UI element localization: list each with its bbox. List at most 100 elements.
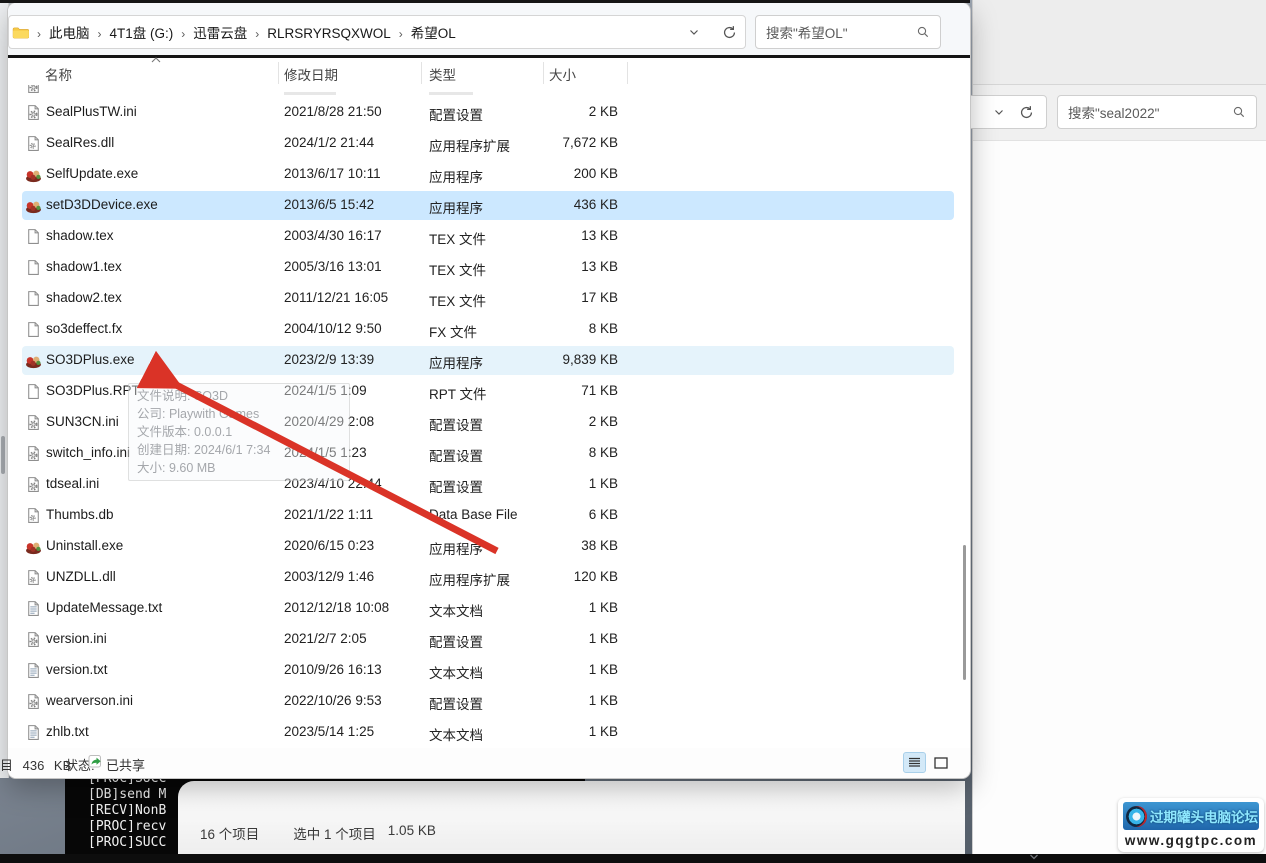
content-view-toggle[interactable] xyxy=(929,752,952,773)
screen-top-edge xyxy=(0,0,970,3)
refresh-icon[interactable] xyxy=(1019,105,1034,120)
file-size: 2 KB xyxy=(588,104,618,119)
file-size: 6 KB xyxy=(588,507,618,522)
column-header-size[interactable]: 大小 xyxy=(549,64,576,84)
file-date: 2024/1/5 1:23 xyxy=(284,445,367,460)
breadcrumb-item[interactable]: 此电脑 xyxy=(49,26,90,41)
gear-file-icon xyxy=(25,631,42,648)
file-size: 9,839 KB xyxy=(562,352,618,367)
search-input[interactable]: 搜索"seal2022" xyxy=(1057,95,1257,129)
table-row[interactable]: switch_info.ini 2024/1/5 1:23 配置设置 8 KB xyxy=(8,438,960,469)
app-exe-icon xyxy=(25,538,42,555)
breadcrumb-item[interactable]: 迅雷云盘 xyxy=(193,26,247,41)
table-row[interactable]: SelfUpdate.exe 2013/6/17 10:11 应用程序 200 … xyxy=(8,159,960,190)
table-row[interactable]: version.ini 2021/2/7 2:05 配置设置 1 KB xyxy=(8,624,960,655)
taskbar-strip xyxy=(0,854,1266,863)
text-file-icon xyxy=(25,600,42,617)
table-row[interactable]: setD3DDevice.exe 2013/6/5 15:42 应用程序 436… xyxy=(8,190,960,221)
table-row[interactable]: so3deffect.fx 2004/10/12 9:50 FX 文件 8 KB xyxy=(8,314,960,345)
forum-url: www.gqgtpc.com xyxy=(1124,833,1258,848)
table-row[interactable]: SUN3CN.ini 2020/4/29 2:08 配置设置 2 KB xyxy=(8,407,960,438)
file-type: 应用程序 xyxy=(429,542,483,557)
table-row[interactable]: version.txt 2010/9/26 16:13 文本文档 1 KB xyxy=(8,655,960,686)
file-date: 2003/4/30 16:17 xyxy=(284,228,382,243)
table-row[interactable]: tdseal.ini 2023/4/10 22:44 配置设置 1 KB xyxy=(8,469,960,500)
column-header-name[interactable]: 名称 xyxy=(45,64,72,84)
file-date: 2023/2/9 13:39 xyxy=(284,352,375,367)
file-date: 2010/9/26 16:13 xyxy=(284,662,382,677)
explorer-status-bar: 目 436 KB 状态: 已共享 xyxy=(0,748,970,778)
file-size: 1 KB xyxy=(588,476,618,491)
table-row[interactable]: shadow.tex 2003/4/30 16:17 TEX 文件 13 KB xyxy=(8,221,960,252)
file-date: 2021/2/7 2:05 xyxy=(284,631,367,646)
breadcrumb-separator-icon: › xyxy=(181,26,186,41)
share-icon xyxy=(88,753,104,769)
table-row[interactable]: UpdateMessage.txt 2012/12/18 10:08 文本文档 … xyxy=(8,593,960,624)
file-type: 文本文档 xyxy=(429,666,483,681)
file-date: 2022/10/26 9:53 xyxy=(284,693,382,708)
chevron-down-icon[interactable] xyxy=(993,106,1005,118)
table-row[interactable]: wearverson.ini 2022/10/26 9:53 配置设置 1 KB xyxy=(8,686,960,717)
file-type: TEX 文件 xyxy=(429,232,487,247)
table-row[interactable]: SO3DPlus.exe 2023/2/9 13:39 应用程序 9,839 K… xyxy=(8,345,960,376)
breadcrumb-separator-icon: › xyxy=(255,26,260,41)
blank-file-icon xyxy=(25,321,42,338)
breadcrumb-items: › 此电脑 › 4T1盘 (G:) › 迅雷云盘 › RLRSRYRSQXWOL › 希望OL xyxy=(29,22,456,43)
file-name: SO3DPlus.exe xyxy=(46,352,135,367)
left-scrollbar-thumb[interactable] xyxy=(1,436,5,474)
table-row[interactable]: Uninstall.exe 2020/6/15 0:23 应用程序 38 KB xyxy=(8,531,960,562)
scrollbar[interactable] xyxy=(961,63,967,743)
background-explorer-window: 搜索"seal2022" xyxy=(959,0,1266,855)
table-row[interactable]: zhlb.txt 2023/5/14 1:25 文本文档 1 KB xyxy=(8,717,960,748)
file-date: 2024/1/2 21:44 xyxy=(284,135,375,150)
file-size: 2 KB xyxy=(588,414,618,429)
file-name: switch_info.ini xyxy=(46,445,131,460)
address-dropdown-icon[interactable] xyxy=(688,26,700,38)
selected-count: 选中 1 个项目 xyxy=(293,827,376,842)
column-header-type[interactable]: 类型 xyxy=(429,64,456,84)
list-view-toggle[interactable] xyxy=(903,752,926,773)
breadcrumb-item[interactable]: RLRSRYRSQXWOL xyxy=(267,26,391,41)
gear-file-icon xyxy=(25,104,42,121)
table-row[interactable]: Thumbs.db 2021/1/22 1:11 Data Base File … xyxy=(8,500,960,531)
breadcrumb-item[interactable]: 希望OL xyxy=(411,26,456,41)
file-name: zhlb.txt xyxy=(46,724,89,739)
file-size: 1 KB xyxy=(588,662,618,677)
file-size: 436 KB xyxy=(573,197,618,212)
file-size: 17 KB xyxy=(581,290,618,305)
search-input[interactable]: 搜索"希望OL" xyxy=(755,15,941,49)
file-type: FX 文件 xyxy=(429,325,478,340)
table-row[interactable]: SO3DPlus.RPT 2024/1/5 1:09 RPT 文件 71 KB xyxy=(8,376,960,407)
file-name: wearverson.ini xyxy=(46,693,134,708)
forum-title: 过期罐头电脑论坛 xyxy=(1150,810,1258,825)
breadcrumb: › 此电脑 › 4T1盘 (G:) › 迅雷云盘 › RLRSRYRSQXWOL › 希望OL xyxy=(8,15,746,49)
address-nav-box xyxy=(959,95,1047,129)
clipped-row xyxy=(8,85,960,97)
file-size: 8 KB xyxy=(588,445,618,460)
refresh-icon[interactable] xyxy=(722,25,737,40)
file-date: 2020/6/15 0:23 xyxy=(284,538,375,553)
file-name: Uninstall.exe xyxy=(46,538,124,553)
file-name: SealPlusTW.ini xyxy=(46,104,137,119)
app-exe-icon xyxy=(25,352,42,369)
breadcrumb-item[interactable]: 4T1盘 (G:) xyxy=(110,26,174,41)
db-file-icon xyxy=(25,507,42,524)
file-name: UNZDLL.dll xyxy=(46,569,116,584)
column-header-date[interactable]: 修改日期 xyxy=(284,64,338,84)
background-window-body xyxy=(973,141,1266,855)
table-row[interactable]: shadow2.tex 2011/12/21 16:05 TEX 文件 17 K… xyxy=(8,283,960,314)
file-date: 2013/6/5 15:42 xyxy=(284,197,375,212)
table-row[interactable]: SealRes.dll 2024/1/2 21:44 应用程序扩展 7,672 … xyxy=(8,128,960,159)
table-row[interactable]: shadow1.tex 2005/3/16 13:01 TEX 文件 13 KB xyxy=(8,252,960,283)
file-name: shadow2.tex xyxy=(46,290,122,305)
file-size: 1 KB xyxy=(588,600,618,615)
scrollbar-thumb[interactable] xyxy=(963,545,966,680)
file-size: 13 KB xyxy=(581,228,618,243)
table-row[interactable]: SealPlusTW.ini 2021/8/28 21:50 配置设置 2 KB xyxy=(8,97,960,128)
file-size: 7,672 KB xyxy=(562,135,618,150)
table-row[interactable]: UNZDLL.dll 2003/12/9 1:46 应用程序扩展 120 KB xyxy=(8,562,960,593)
selected-size: 1.05 KB xyxy=(387,823,436,838)
file-type: 文本文档 xyxy=(429,728,483,743)
file-date: 2005/3/16 13:01 xyxy=(284,259,382,274)
file-size: 200 KB xyxy=(573,166,618,181)
